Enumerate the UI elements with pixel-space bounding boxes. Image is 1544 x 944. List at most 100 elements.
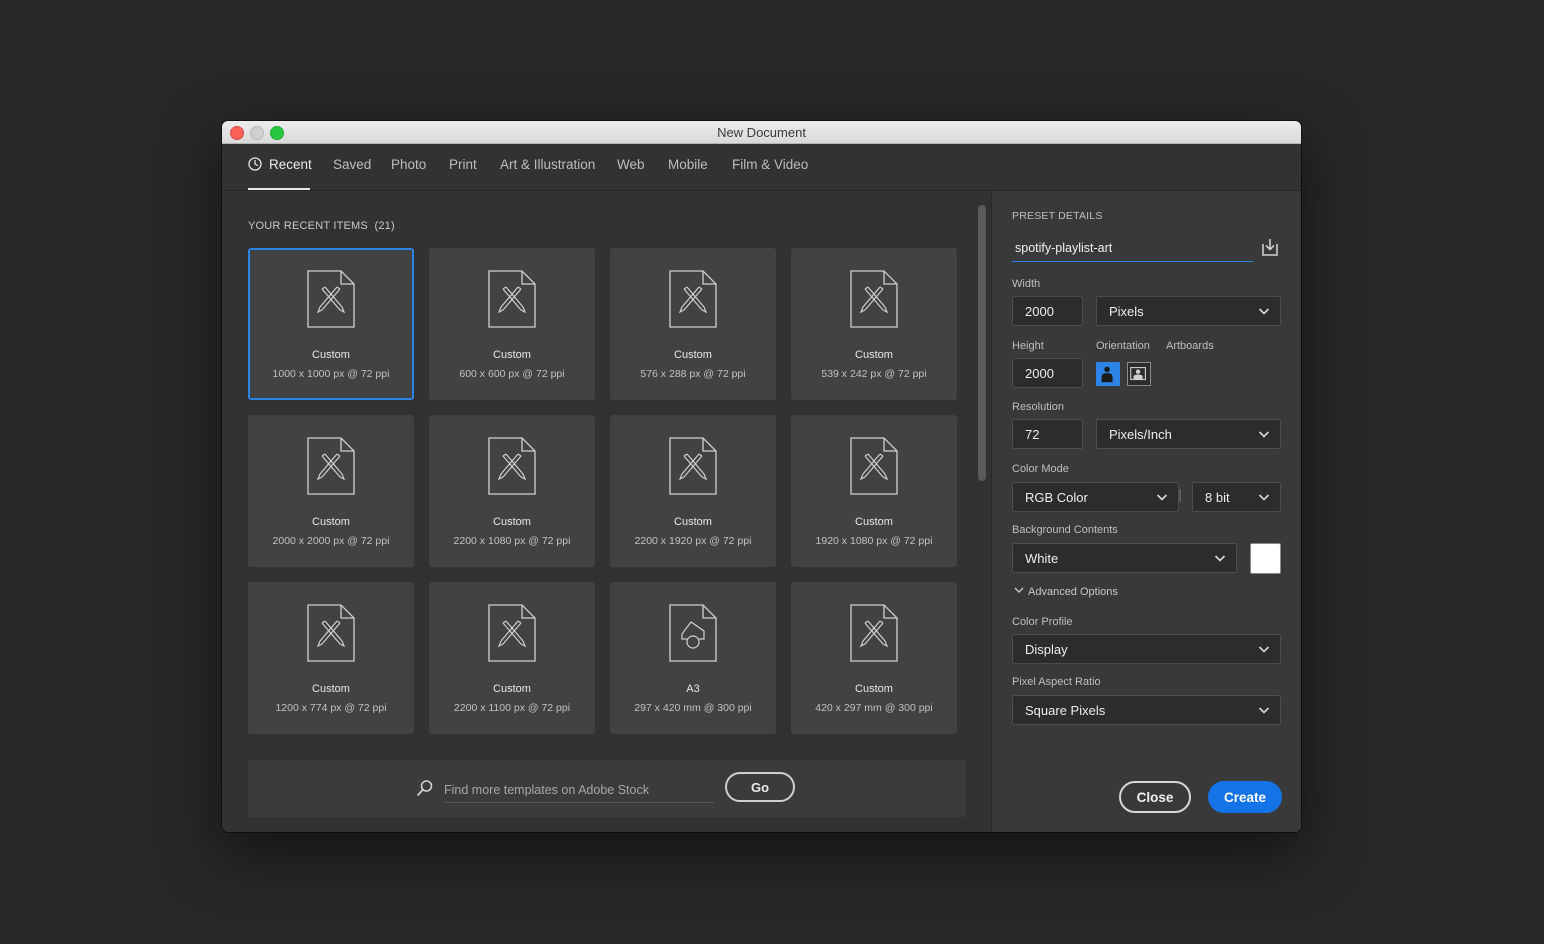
color-profile-select[interactable]: Display: [1012, 634, 1281, 664]
document-shapes-icon: [669, 604, 717, 662]
recent-item-card[interactable]: Custom 2200 x 1100 px @ 72 ppi: [429, 582, 595, 734]
pixel-aspect-ratio-select[interactable]: Square Pixels: [1012, 695, 1281, 725]
color-mode-label: Color Mode: [1012, 463, 1069, 475]
tab-saved[interactable]: Saved: [333, 157, 371, 172]
go-button[interactable]: Go: [725, 772, 795, 802]
recent-item-dimensions: 600 x 600 px @ 72 ppi: [459, 368, 565, 380]
recent-item-title: Custom: [493, 683, 531, 695]
resolution-input[interactable]: [1012, 419, 1083, 449]
recent-item-card[interactable]: Custom 2000 x 2000 px @ 72 ppi: [248, 415, 414, 567]
width-input[interactable]: [1012, 296, 1083, 326]
tab-recent[interactable]: Recent: [248, 157, 312, 172]
recent-item-title: Custom: [312, 516, 350, 528]
advanced-options-label: Advanced Options: [1028, 586, 1118, 598]
pixel-aspect-ratio-value: Square Pixels: [1025, 703, 1106, 718]
document-pencil-icon: [488, 270, 536, 328]
category-tabs: Recent Saved Photo Print Art & Illustrat…: [222, 143, 1301, 191]
landscape-icon: [1130, 367, 1146, 381]
document-pencil-icon: [850, 604, 898, 662]
search-icon: [417, 780, 433, 796]
tab-mobile[interactable]: Mobile: [668, 157, 708, 172]
advanced-options-toggle[interactable]: Advanced Options: [1014, 586, 1118, 598]
document-pencil-icon: [850, 270, 898, 328]
recent-item-card[interactable]: A3 297 x 420 mm @ 300 ppi: [610, 582, 776, 734]
recent-item-card[interactable]: Custom 420 x 297 mm @ 300 ppi: [791, 582, 957, 734]
document-pencil-icon: [850, 437, 898, 495]
recent-item-dimensions: 420 x 297 mm @ 300 ppi: [815, 702, 933, 714]
chevron-down-icon: [1214, 555, 1226, 562]
color-mode-value: RGB Color: [1025, 490, 1088, 505]
create-button[interactable]: Create: [1208, 781, 1282, 813]
color-profile-value: Display: [1025, 642, 1068, 657]
recent-items-pane: YOUR RECENT ITEMS (21) Custom 1000 x 1000…: [222, 191, 991, 832]
document-pencil-icon: [307, 437, 355, 495]
color-mode-select[interactable]: RGB Color: [1012, 482, 1179, 512]
background-contents-select[interactable]: White: [1012, 543, 1237, 573]
recent-item-title: Custom: [312, 349, 350, 361]
recent-item-title: Custom: [855, 683, 893, 695]
recent-item-dimensions: 2000 x 2000 px @ 72 ppi: [272, 535, 390, 547]
new-document-dialog: New Document Recent Saved Photo Print Ar…: [222, 121, 1301, 832]
tab-art-illustration[interactable]: Art & Illustration: [500, 157, 595, 172]
recent-item-title: Custom: [493, 349, 531, 361]
width-unit-select[interactable]: Pixels: [1096, 296, 1281, 326]
recent-item-dimensions: 1000 x 1000 px @ 72 ppi: [272, 368, 390, 380]
recent-item-title: Custom: [855, 349, 893, 361]
recent-items-heading: YOUR RECENT ITEMS (21): [248, 220, 395, 232]
recent-item-dimensions: 1200 x 774 px @ 72 ppi: [275, 702, 387, 714]
portrait-icon: [1101, 366, 1113, 383]
window-title: New Document: [717, 125, 806, 140]
resolution-label: Resolution: [1012, 401, 1064, 413]
stock-search-input[interactable]: [444, 778, 714, 803]
recent-item-card[interactable]: Custom 2200 x 1920 px @ 72 ppi: [610, 415, 776, 567]
title-bar: New Document: [222, 121, 1301, 144]
recent-item-card[interactable]: Custom 2200 x 1080 px @ 72 ppi: [429, 415, 595, 567]
background-color-swatch[interactable]: [1250, 543, 1281, 574]
recent-item-card[interactable]: Custom 576 x 288 px @ 72 ppi: [610, 248, 776, 400]
recent-item-card[interactable]: Custom 1000 x 1000 px @ 72 ppi: [248, 248, 414, 400]
adobe-stock-search-bar: Go: [248, 760, 966, 817]
tab-film-video[interactable]: Film & Video: [732, 157, 808, 172]
document-pencil-icon: [669, 437, 717, 495]
chevron-down-icon: [1014, 587, 1024, 593]
clock-icon: [248, 157, 262, 171]
recent-item-card[interactable]: Custom 539 x 242 px @ 72 ppi: [791, 248, 957, 400]
recent-item-dimensions: 297 x 420 mm @ 300 ppi: [634, 702, 752, 714]
resolution-unit-value: Pixels/Inch: [1109, 427, 1172, 442]
preset-name-input[interactable]: [1012, 234, 1253, 262]
tab-web[interactable]: Web: [617, 157, 645, 172]
recent-item-card[interactable]: Custom 1200 x 774 px @ 72 ppi: [248, 582, 414, 734]
chevron-down-icon: [1258, 494, 1270, 501]
landscape-orientation-button[interactable]: [1127, 362, 1151, 386]
orientation-label: Orientation: [1096, 340, 1150, 352]
bit-depth-value: 8 bit: [1205, 490, 1230, 505]
recent-item-title: A3: [686, 683, 700, 695]
tab-photo[interactable]: Photo: [391, 157, 426, 172]
portrait-orientation-button[interactable]: [1096, 362, 1120, 386]
color-profile-label: Color Profile: [1012, 616, 1073, 628]
recent-item-title: Custom: [493, 516, 531, 528]
save-preset-icon[interactable]: [1259, 236, 1281, 258]
tab-print[interactable]: Print: [449, 157, 477, 172]
recent-item-dimensions: 576 x 288 px @ 72 ppi: [640, 368, 746, 380]
recent-item-card[interactable]: Custom 1920 x 1080 px @ 72 ppi: [791, 415, 957, 567]
active-tab-indicator: [248, 188, 310, 190]
chevron-down-icon: [1258, 431, 1270, 438]
close-button[interactable]: Close: [1119, 781, 1191, 813]
resolution-unit-select[interactable]: Pixels/Inch: [1096, 419, 1281, 449]
recent-item-title: Custom: [674, 349, 712, 361]
document-pencil-icon: [669, 270, 717, 328]
scrollbar-thumb[interactable]: [978, 205, 986, 481]
recent-item-dimensions: 1920 x 1080 px @ 72 ppi: [815, 535, 933, 547]
recent-item-dimensions: 2200 x 1100 px @ 72 ppi: [453, 702, 571, 714]
tab-recent-label: Recent: [269, 157, 312, 172]
recent-item-card[interactable]: Custom 600 x 600 px @ 72 ppi: [429, 248, 595, 400]
height-input[interactable]: [1012, 358, 1083, 388]
recent-scrollbar[interactable]: [978, 205, 988, 485]
chevron-down-icon: [1258, 646, 1270, 653]
recent-item-dimensions: 539 x 242 px @ 72 ppi: [821, 368, 927, 380]
recent-item-dimensions: 2200 x 1920 px @ 72 ppi: [634, 535, 752, 547]
bit-depth-select[interactable]: 8 bit: [1192, 482, 1281, 512]
recent-item-dimensions: 2200 x 1080 px @ 72 ppi: [453, 535, 571, 547]
document-pencil-icon: [488, 604, 536, 662]
